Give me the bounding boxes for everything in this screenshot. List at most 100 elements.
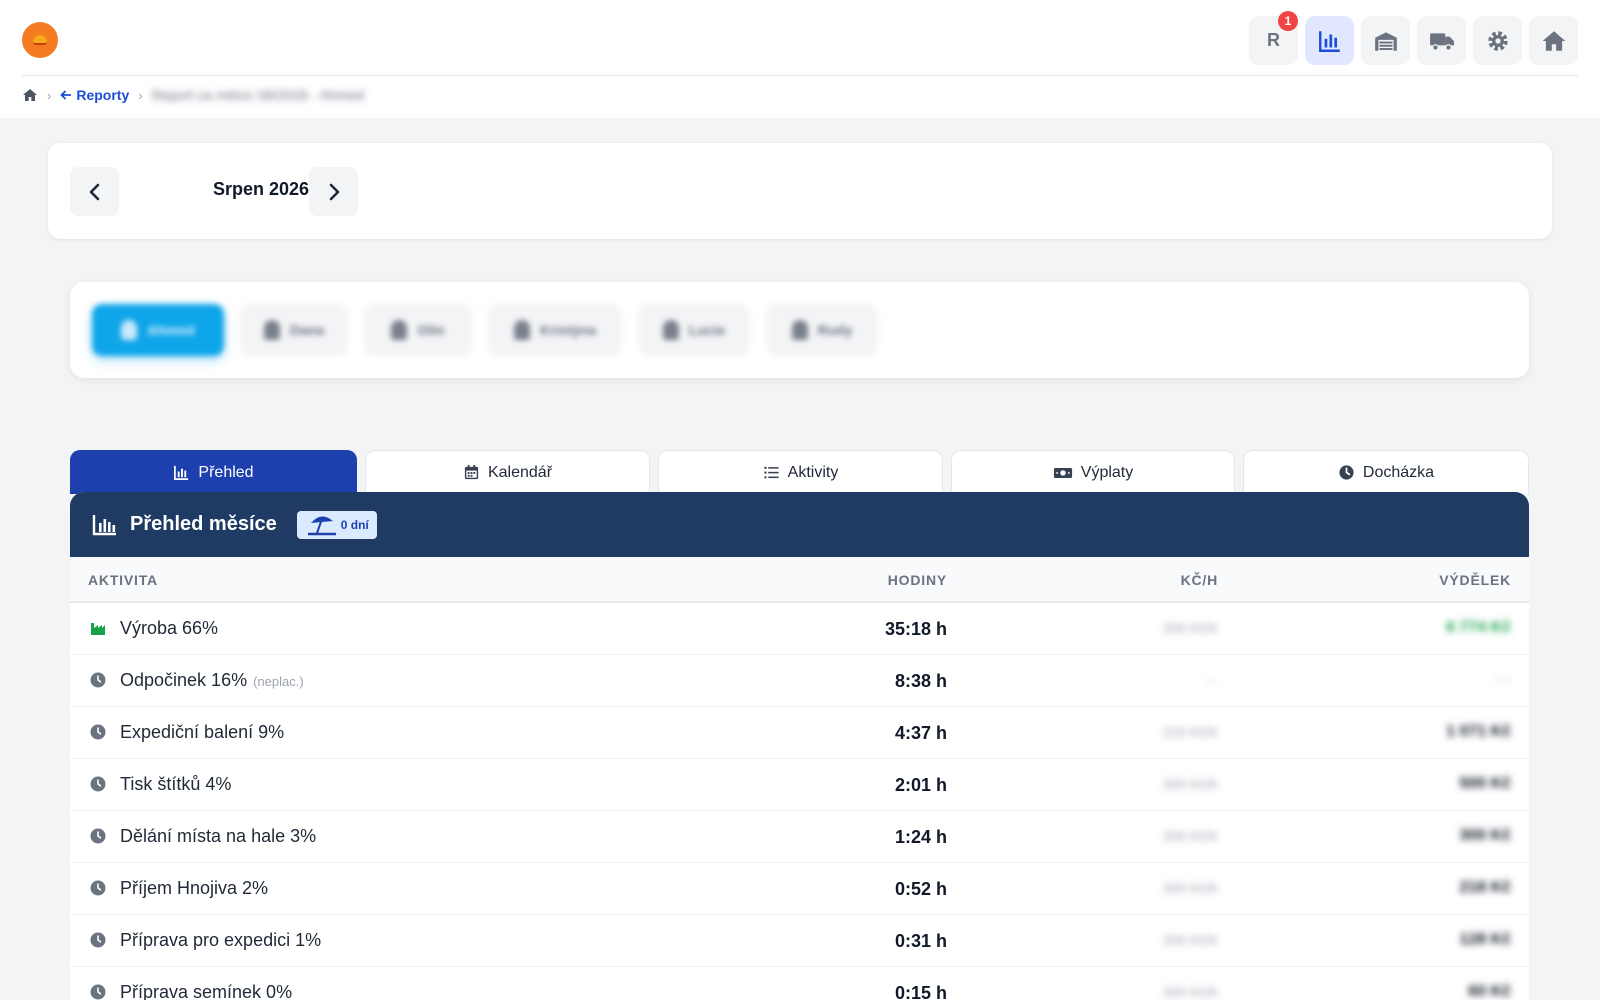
user-icon — [662, 320, 679, 340]
activity-earnings: 500 Kč — [1459, 775, 1511, 792]
activity-earnings: 6 774 Kč — [1446, 619, 1511, 636]
activity-earnings: 1 071 Kč — [1446, 723, 1511, 740]
activity-name: Příprava semínek 0% — [120, 982, 293, 1000]
activity-name: Dělání místa na hale 3% — [120, 826, 317, 846]
tab-label: Přehled — [198, 463, 254, 481]
clock-icon — [90, 880, 106, 896]
arrow-left-icon — [60, 90, 72, 100]
column-header-earnings: VÝDĚLEK — [1439, 572, 1511, 588]
vacation-badge: 0 dní — [296, 510, 377, 539]
table-row: Příprava semínek 0% 0:15 h 200 Kč/h 60 K… — [70, 967, 1529, 1000]
activity-name: Odpočinek 16% (neplac.) — [120, 670, 304, 690]
column-header-rate: KČ/H — [1180, 572, 1218, 588]
gear-icon — [1487, 30, 1508, 51]
table-row: Příjem Hnojiva 2% 0:52 h 200 Kč/h 218 Kč — [70, 863, 1529, 915]
breadcrumb-separator: › — [47, 87, 52, 103]
employee-button[interactable]: Lucie — [638, 304, 750, 356]
nav-warehouse-button[interactable] — [1361, 16, 1410, 65]
umbrella-beach-icon — [307, 515, 336, 535]
calendar-icon — [464, 464, 479, 480]
tab-label: Docházka — [1362, 463, 1435, 481]
breadcrumb-separator: › — [138, 87, 143, 103]
warehouse-icon — [1374, 31, 1397, 51]
table-row: Výroba 66% 35:18 h 200 Kč/h 6 774 Kč — [70, 603, 1529, 655]
breadcrumb: › Reporty › Report za měsíc 08/2026 - Ah… — [22, 85, 364, 105]
prev-month-button[interactable] — [70, 167, 119, 216]
tab-activities[interactable]: Aktivity — [658, 450, 943, 494]
activity-name: Výroba 66% — [120, 618, 219, 638]
activity-earnings: 60 Kč — [1468, 983, 1511, 1000]
tab-attendance[interactable]: Docházka — [1243, 450, 1529, 494]
employee-button[interactable]: Dana — [240, 304, 348, 356]
employee-button[interactable]: Ahmed — [92, 304, 224, 356]
tab-overview[interactable]: Přehled — [70, 450, 357, 494]
clock-icon — [90, 828, 106, 844]
activity-hours: 4:37 h — [894, 723, 947, 743]
clock-icon — [1339, 465, 1354, 480]
user-avatar-button[interactable]: R 1 — [1249, 11, 1298, 65]
activity-rate: 210 Kč/h — [1162, 724, 1218, 740]
user-icon — [513, 320, 530, 340]
top-nav: R 1 — [1249, 11, 1578, 65]
month-selector: Srpen 2026 — [48, 143, 1552, 239]
nav-delivery-button[interactable] — [1417, 16, 1466, 65]
activity-name: Příprava pro expedici 1% — [120, 930, 322, 950]
activity-earnings: 218 Kč — [1459, 879, 1511, 896]
table-row: Dělání místa na hale 3% 1:24 h 200 Kč/h … — [70, 811, 1529, 863]
column-header-activity: AKTIVITA — [88, 572, 158, 588]
user-icon — [263, 320, 280, 340]
activity-name: Tisk štítků 4% — [120, 774, 232, 794]
activity-rate: 200 Kč/h — [1162, 776, 1218, 792]
tab-calendar[interactable]: Kalendář — [365, 450, 650, 494]
clock-icon — [90, 672, 106, 688]
activity-rate: 200 Kč/h — [1162, 828, 1218, 844]
breadcrumb-back-link[interactable]: Reporty — [60, 87, 129, 103]
activity-hours: 0:31 h — [894, 931, 947, 951]
table-row: Odpočinek 16% (neplac.) 8:38 h — — — [70, 655, 1529, 707]
breadcrumb-home-link[interactable] — [22, 87, 38, 103]
activity-hours: 8:38 h — [894, 671, 947, 691]
user-icon — [791, 320, 808, 340]
employee-button[interactable]: Rudy — [766, 304, 878, 356]
employee-selector: Ahmed Dana Olin Kristýna Lucie Rudy — [70, 282, 1529, 378]
breadcrumb-back-label: Reporty — [76, 87, 130, 103]
truck-icon — [1429, 32, 1454, 51]
activity-earnings: 300 Kč — [1459, 827, 1511, 844]
tab-payouts[interactable]: Výplaty — [951, 450, 1235, 494]
tab-label: Aktivity — [787, 463, 839, 481]
list-icon — [764, 466, 779, 479]
home-icon — [23, 89, 37, 101]
employee-button[interactable]: Olin — [364, 304, 472, 356]
nav-home-button[interactable] — [1529, 16, 1578, 65]
clock-icon — [90, 984, 106, 1000]
table-row: Expediční balení 9% 4:37 h 210 Kč/h 1 07… — [70, 707, 1529, 759]
activity-name: Expediční balení 9% — [120, 722, 285, 742]
nav-settings-button[interactable] — [1473, 16, 1522, 65]
vacation-days: 0 dní — [340, 517, 369, 532]
table-row: Tisk štítků 4% 2:01 h 200 Kč/h 500 Kč — [70, 759, 1529, 811]
clock-icon — [90, 776, 106, 792]
top-divider — [22, 75, 1578, 76]
activity-earnings: — — [1495, 671, 1511, 688]
employee-button[interactable]: Kristýna — [488, 304, 622, 356]
money-icon — [1053, 467, 1072, 478]
column-header-hours: HODINY — [887, 572, 947, 588]
next-month-button[interactable] — [309, 167, 358, 216]
user-icon — [391, 320, 408, 340]
activity-earnings: 128 Kč — [1459, 931, 1511, 948]
activity-rate: — — [1204, 672, 1218, 688]
month-summary-panel: Přehled měsíce 0 dní AKTIVITA HODINY KČ/… — [70, 492, 1529, 1000]
breadcrumb-current: Report za měsíc 08/2026 - Ahmed — [151, 87, 365, 103]
activity-rate: 200 Kč/h — [1162, 620, 1218, 636]
factory-icon — [91, 623, 105, 635]
user-icon — [121, 320, 138, 340]
activity-hours: 0:52 h — [894, 879, 947, 899]
clock-icon — [90, 724, 106, 740]
table-row: Příprava pro expedici 1% 0:31 h 200 Kč/h… — [70, 915, 1529, 967]
chart-icon — [92, 514, 116, 535]
app-logo[interactable] — [22, 22, 58, 58]
nav-reports-button[interactable] — [1305, 16, 1354, 65]
user-initial: R — [1267, 30, 1280, 50]
reports-icon — [1318, 30, 1340, 52]
activity-hours: 2:01 h — [894, 775, 947, 795]
